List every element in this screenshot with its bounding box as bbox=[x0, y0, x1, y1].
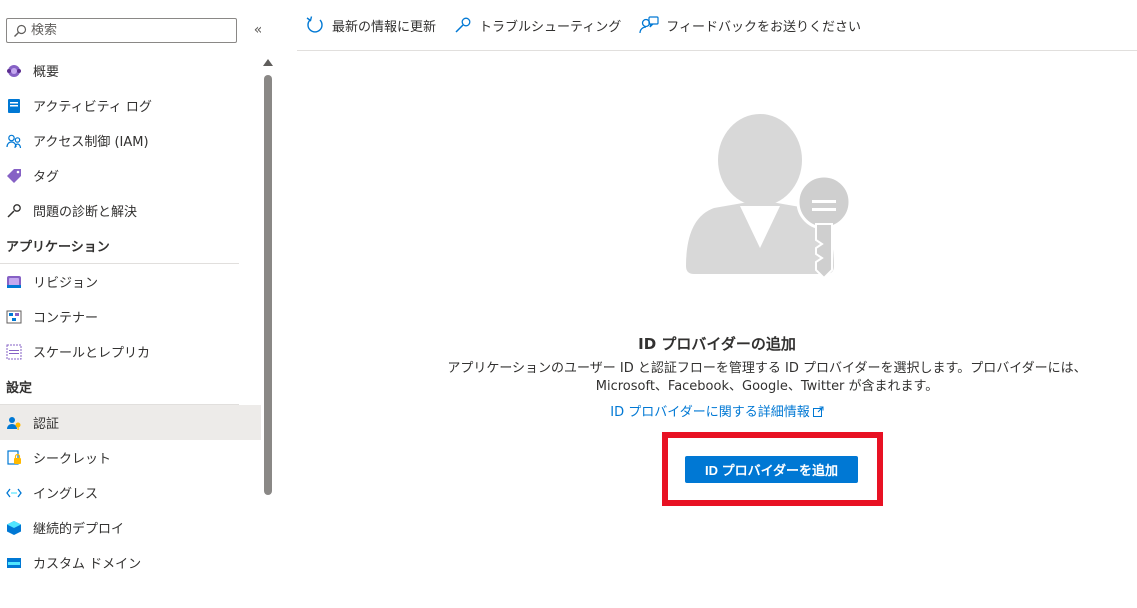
section-header-settings: 設定 bbox=[0, 369, 239, 405]
sidebar: « 概要 アクティビティ ログ アクセス制御 (IAM) タグ bbox=[0, 0, 280, 608]
external-link-icon bbox=[812, 406, 824, 417]
scale-icon bbox=[6, 344, 22, 360]
troubleshoot-button[interactable]: トラブルシューティング bbox=[454, 16, 621, 35]
learn-more-link[interactable]: ID プロバイダーに関する詳細情報 bbox=[297, 401, 1137, 420]
nav-item-diagnose[interactable]: 問題の診断と解決 bbox=[0, 193, 261, 228]
nav-item-label: アクセス制御 (IAM) bbox=[33, 135, 149, 150]
nav-item-containers[interactable]: コンテナー bbox=[0, 299, 261, 334]
nav-item-access-control[interactable]: アクセス制御 (IAM) bbox=[0, 123, 261, 158]
nav-item-label: 継続的デプロイ bbox=[33, 522, 125, 537]
nav-item-tags[interactable]: タグ bbox=[0, 158, 261, 193]
identity-provider-illustration-icon bbox=[686, 114, 852, 280]
revision-icon bbox=[6, 274, 22, 290]
nav-list: 概要 アクティビティ ログ アクセス制御 (IAM) タグ 問題の診断と解決 ア… bbox=[0, 53, 261, 580]
refresh-label: 最新の情報に更新 bbox=[332, 19, 437, 35]
nav-item-label: 問題の診断と解決 bbox=[33, 205, 138, 220]
ingress-icon bbox=[6, 485, 22, 501]
section-header-application: アプリケーション bbox=[0, 228, 239, 264]
scroll-up-arrow-icon[interactable] bbox=[263, 59, 273, 66]
tag-icon bbox=[6, 168, 22, 184]
refresh-button[interactable]: 最新の情報に更新 bbox=[305, 15, 436, 35]
nav-item-activity-log[interactable]: アクティビティ ログ bbox=[0, 88, 261, 123]
feedback-label: フィードバックをお送りください bbox=[666, 19, 861, 35]
learn-more-label: ID プロバイダーに関する詳細情報 bbox=[610, 405, 810, 420]
main-content: 最新の情報に更新 トラブルシューティング フィードバックをお送りください ID … bbox=[297, 0, 1137, 608]
collapse-sidebar-button[interactable]: « bbox=[250, 20, 266, 40]
nav-item-label: イングレス bbox=[33, 487, 99, 502]
feedback-icon bbox=[639, 16, 659, 34]
nav-item-label: 概要 bbox=[33, 65, 60, 80]
nav-item-secrets[interactable]: シークレット bbox=[0, 440, 261, 475]
nav-item-label: アクティビティ ログ bbox=[33, 100, 152, 115]
nav-item-authentication[interactable]: 認証 bbox=[0, 405, 261, 440]
nav-item-label: カスタム ドメイン bbox=[33, 557, 142, 572]
overview-icon bbox=[6, 63, 22, 79]
nav-item-ingress[interactable]: イングレス bbox=[0, 475, 261, 510]
activity-log-icon bbox=[6, 98, 22, 114]
access-control-icon bbox=[6, 133, 22, 149]
nav-item-label: コンテナー bbox=[33, 311, 99, 326]
refresh-icon bbox=[306, 16, 323, 33]
nav-item-scale[interactable]: スケールとレプリカ bbox=[0, 334, 261, 369]
nav-item-overview[interactable]: 概要 bbox=[0, 53, 261, 88]
search-box[interactable] bbox=[6, 18, 237, 43]
search-icon bbox=[14, 24, 27, 37]
container-icon bbox=[6, 309, 22, 325]
sidebar-scrollbar[interactable] bbox=[261, 53, 275, 608]
empty-state-title: ID プロバイダーの追加 bbox=[638, 335, 796, 353]
secret-icon bbox=[6, 449, 22, 466]
nav-item-label: シークレット bbox=[33, 452, 112, 467]
nav-item-label: 認証 bbox=[33, 417, 60, 432]
nav-item-label: リビジョン bbox=[33, 276, 99, 291]
wrench-icon bbox=[6, 203, 22, 219]
empty-state-description: アプリケーションのユーザー ID と認証フローを管理する ID プロバイダーを選… bbox=[447, 361, 1087, 394]
feedback-button[interactable]: フィードバックをお送りください bbox=[639, 15, 861, 35]
nav-item-continuous-deployment[interactable]: 継続的デプロイ bbox=[0, 510, 261, 545]
search-input[interactable] bbox=[31, 23, 221, 38]
add-identity-provider-button[interactable]: ID プロバイダーを追加 bbox=[685, 456, 858, 483]
custom-domain-icon bbox=[6, 555, 22, 571]
scroll-thumb[interactable] bbox=[264, 75, 272, 495]
authentication-icon bbox=[6, 415, 22, 431]
nav-item-label: タグ bbox=[33, 170, 60, 185]
nav-item-custom-domains[interactable]: カスタム ドメイン bbox=[0, 545, 261, 580]
wrench-icon bbox=[455, 17, 471, 33]
nav-item-revisions[interactable]: リビジョン bbox=[0, 264, 261, 299]
troubleshoot-label: トラブルシューティング bbox=[479, 19, 622, 35]
continuous-deploy-icon bbox=[6, 520, 22, 536]
toolbar: 最新の情報に更新 トラブルシューティング フィードバックをお送りください bbox=[297, 0, 1137, 51]
nav-item-label: スケールとレプリカ bbox=[33, 346, 151, 361]
